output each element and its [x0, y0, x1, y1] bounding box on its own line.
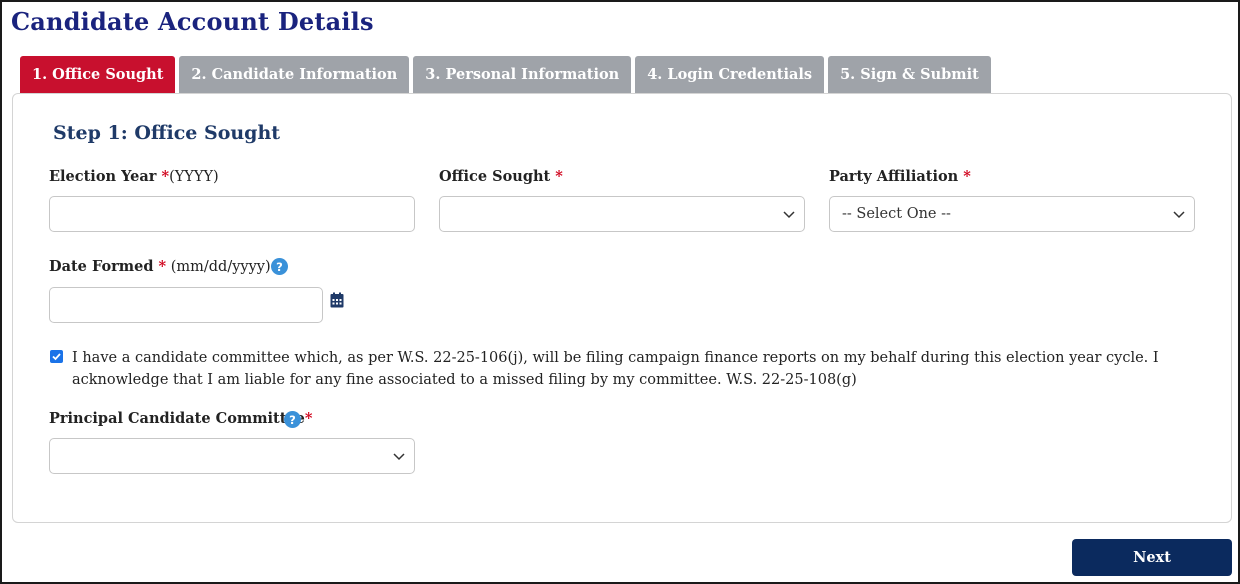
chevron-down-icon	[1173, 211, 1185, 219]
principal-committee-label-text: Principal Candidate Committee	[49, 410, 305, 427]
form-panel: Step 1: Office Sought Election Year *(YY…	[12, 93, 1232, 523]
office-sought-select[interactable]	[439, 196, 805, 232]
required-marker: *	[963, 168, 971, 185]
chevron-down-icon	[783, 211, 795, 219]
election-year-label: Election Year *(YYYY)	[49, 168, 219, 185]
next-button[interactable]: Next	[1072, 539, 1232, 576]
page-title: Candidate Account Details	[11, 7, 374, 36]
office-sought-label-text: Office Sought	[439, 168, 556, 185]
tab-office-sought[interactable]: 1. Office Sought	[20, 56, 176, 93]
required-marker: *	[555, 168, 563, 185]
election-year-label-text: Election Year	[49, 168, 162, 185]
date-formed-hint: (mm/dd/yyyy)	[166, 259, 271, 275]
election-year-hint: (YYYY)	[169, 169, 219, 185]
checkmark-icon	[52, 353, 61, 361]
party-affiliation-value: -- Select One --	[842, 206, 951, 222]
step-tabs: 1. Office Sought 2. Candidate Informatio…	[20, 56, 991, 93]
acknowledgement-text: I have a candidate committee which, as p…	[72, 350, 1159, 388]
tab-personal-information[interactable]: 3. Personal Information	[413, 56, 632, 93]
tab-sign-submit[interactable]: 5. Sign & Submit	[828, 56, 991, 93]
principal-committee-help-icon[interactable]: ?	[284, 411, 301, 428]
step-title: Step 1: Office Sought	[53, 122, 281, 144]
required-marker: *	[158, 258, 167, 275]
party-affiliation-select[interactable]: -- Select One --	[829, 196, 1195, 232]
office-sought-label: Office Sought *	[439, 168, 563, 185]
acknowledgement-checkbox[interactable]	[50, 350, 63, 363]
date-formed-label: Date Formed * (mm/dd/yyyy)	[49, 258, 271, 275]
date-formed-label-text: Date Formed	[49, 258, 159, 275]
date-formed-help-icon[interactable]: ?	[271, 258, 288, 275]
required-marker: *	[304, 410, 313, 427]
party-affiliation-label: Party Affiliation *	[829, 168, 971, 185]
tab-login-credentials[interactable]: 4. Login Credentials	[635, 56, 825, 93]
party-affiliation-label-text: Party Affiliation	[829, 168, 964, 185]
page-frame: Candidate Account Details 1. Office Soug…	[0, 0, 1240, 584]
chevron-down-icon	[393, 453, 405, 461]
required-marker: *	[161, 168, 170, 185]
date-formed-input[interactable]	[49, 287, 323, 323]
principal-committee-select[interactable]	[49, 438, 415, 474]
calendar-icon[interactable]	[330, 292, 344, 308]
tab-candidate-information[interactable]: 2. Candidate Information	[179, 56, 410, 93]
election-year-input[interactable]	[49, 196, 415, 232]
principal-committee-label: Principal Candidate Committee*	[49, 410, 313, 427]
